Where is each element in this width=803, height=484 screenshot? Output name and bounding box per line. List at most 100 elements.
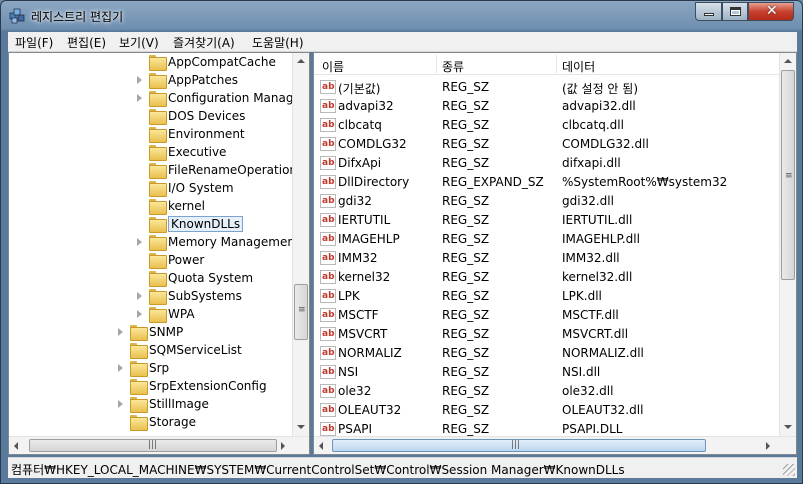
scroll-right-arrow-icon[interactable] (281, 442, 285, 450)
scroll-right-arrow-icon[interactable] (766, 442, 770, 450)
tree-item[interactable]: Power (9, 252, 292, 270)
scroll-down-arrow-icon[interactable] (297, 425, 305, 429)
minimize-button[interactable] (695, 2, 722, 21)
value-name: LPK (338, 289, 360, 303)
string-value-icon: ab (320, 251, 336, 265)
title-bar[interactable]: 레지스트리 편집기 ✕ (1, 1, 802, 31)
folder-icon (149, 235, 167, 251)
expand-arrow-icon[interactable] (118, 364, 123, 372)
tree-item[interactable]: Quota System (9, 270, 292, 288)
tree-item[interactable]: StillImage (9, 396, 292, 414)
value-name: MSCTF (338, 308, 379, 322)
status-bar: 컴퓨터₩HKEY_LOCAL_MACHINE₩SYSTEM₩CurrentCon… (8, 457, 797, 478)
value-data: LPK.dll (562, 289, 602, 303)
value-row[interactable]: ab MSVCRT REG_SZ MSVCRT.dll (314, 325, 780, 344)
expand-arrow-icon[interactable] (137, 310, 142, 318)
expand-arrow-icon[interactable] (137, 238, 142, 246)
column-name-header[interactable]: 이름 (322, 58, 344, 75)
tree-item[interactable]: SQMServiceList (9, 342, 292, 360)
scroll-up-arrow-icon[interactable] (297, 59, 305, 63)
tree-item[interactable]: AppPatches (9, 72, 292, 90)
tree-item-label: Executive (168, 145, 227, 159)
tree-item-label: FileRenameOperations (168, 163, 304, 177)
value-row[interactable]: ab IMAGEHLP REG_SZ IMAGEHLP.dll (314, 230, 780, 249)
scroll-left-arrow-icon[interactable] (14, 442, 18, 450)
values-vertical-scrollbar[interactable]: ≡ (779, 53, 796, 436)
values-horizontal-scrollbar[interactable]: ||| (314, 436, 796, 454)
tree-hscroll-thumb[interactable]: ||| (29, 439, 277, 452)
column-data-header[interactable]: 데이터 (562, 58, 595, 75)
resize-grip-icon[interactable] (783, 464, 795, 476)
key-tree-pane[interactable]: AppCompatCache AppPatches Configuration Ma… (8, 52, 310, 455)
scroll-up-arrow-icon[interactable] (784, 59, 792, 63)
expand-arrow-icon[interactable] (118, 400, 123, 408)
menu-file[interactable]: 파일(F) (15, 34, 53, 51)
tree-item[interactable]: SubSystems (9, 288, 292, 306)
value-row[interactable]: ab kernel32 REG_SZ kernel32.dll (314, 268, 780, 287)
string-value-icon: ab (320, 213, 336, 227)
value-row[interactable]: ab DifxApi REG_SZ difxapi.dll (314, 154, 780, 173)
tree-vertical-scrollbar[interactable]: ≡ (292, 53, 309, 436)
value-row[interactable]: ab LPK REG_SZ LPK.dll (314, 287, 780, 306)
value-name: NSI (338, 365, 359, 379)
value-row[interactable]: ab IMM32 REG_SZ IMM32.dll (314, 249, 780, 268)
tree-item[interactable]: kernel (9, 198, 292, 216)
tree-item[interactable]: AppCompatCache (9, 54, 292, 72)
scroll-down-arrow-icon[interactable] (784, 425, 792, 429)
tree-horizontal-scrollbar[interactable]: ||| (9, 436, 309, 454)
tree-item[interactable]: DOS Devices (9, 108, 292, 126)
tree-item[interactable]: KnownDLLs (9, 216, 292, 234)
column-divider[interactable] (436, 55, 437, 73)
value-row[interactable]: ab (기본값) REG_SZ (값 설정 안 됨) (314, 78, 780, 97)
menu-help[interactable]: 도움말(H) (252, 34, 304, 51)
tree-item-label: Environment (168, 127, 245, 141)
value-type: REG_SZ (442, 403, 490, 417)
maximize-button[interactable] (722, 2, 748, 21)
value-row[interactable]: ab OLEAUT32 REG_SZ OLEAUT32.dll (314, 401, 780, 420)
close-button[interactable]: ✕ (748, 2, 794, 21)
value-data: gdi32.dll (562, 194, 614, 208)
column-divider[interactable] (556, 55, 557, 73)
tree-item[interactable]: Storage (9, 414, 292, 432)
tree-item[interactable]: Environment (9, 126, 292, 144)
value-row[interactable]: ab gdi32 REG_SZ gdi32.dll (314, 192, 780, 211)
menu-favorites[interactable]: 즐겨찾기(A) (173, 34, 235, 51)
tree-item[interactable]: SNMP (9, 324, 292, 342)
tree-item[interactable]: FileRenameOperations (9, 162, 303, 180)
values-pane[interactable]: 이름 종류 데이터 ab (기본값) REG_SZ (값 설정 안 됨) ab advap… (313, 52, 797, 455)
scroll-left-arrow-icon[interactable] (319, 442, 323, 450)
folder-icon (130, 361, 148, 377)
value-row[interactable]: ab clbcatq REG_SZ clbcatq.dll (314, 116, 780, 135)
tree-vscroll-thumb[interactable]: ≡ (294, 284, 308, 340)
expand-arrow-icon[interactable] (137, 76, 142, 84)
tree-item[interactable]: Executive (9, 144, 292, 162)
value-name: (기본값) (338, 82, 381, 96)
column-type-header[interactable]: 종류 (442, 58, 464, 75)
folder-icon (149, 91, 167, 107)
value-row[interactable]: ab advapi32 REG_SZ advapi32.dll (314, 97, 780, 116)
tree-item[interactable]: Srp (9, 360, 292, 378)
expand-arrow-icon[interactable] (118, 328, 123, 336)
tree-item[interactable]: Configuration Manage (9, 90, 301, 108)
minimize-icon (704, 13, 714, 16)
string-value-icon: ab (320, 156, 336, 170)
values-vscroll-thumb[interactable]: ≡ (781, 70, 795, 280)
value-row[interactable]: ab DllDirectory REG_EXPAND_SZ %SystemRoot%₩… (314, 173, 780, 192)
value-row[interactable]: ab IERTUTIL REG_SZ IERTUTIL.dll (314, 211, 780, 230)
tree-item-label: I/O System (168, 181, 234, 195)
menu-view[interactable]: 보기(V) (119, 34, 159, 51)
value-row[interactable]: ab MSCTF REG_SZ MSCTF.dll (314, 306, 780, 325)
value-row[interactable]: ab ole32 REG_SZ ole32.dll (314, 382, 780, 401)
expand-arrow-icon[interactable] (137, 292, 142, 300)
tree-item[interactable]: Memory Management (9, 234, 300, 252)
expand-arrow-icon[interactable] (137, 94, 142, 102)
tree-item[interactable]: WPA (9, 306, 292, 324)
value-row[interactable]: ab NORMALIZ REG_SZ NORMALIZ.dll (314, 344, 780, 363)
values-hscroll-thumb[interactable]: ||| (332, 439, 706, 452)
value-row[interactable]: ab COMDLG32 REG_SZ COMDLG32.dll (314, 135, 780, 154)
value-data: advapi32.dll (562, 99, 636, 113)
value-row[interactable]: ab NSI REG_SZ NSI.dll (314, 363, 780, 382)
menu-edit[interactable]: 편집(E) (67, 34, 106, 51)
tree-item[interactable]: SrpExtensionConfig (9, 378, 292, 396)
tree-item[interactable]: I/O System (9, 180, 292, 198)
